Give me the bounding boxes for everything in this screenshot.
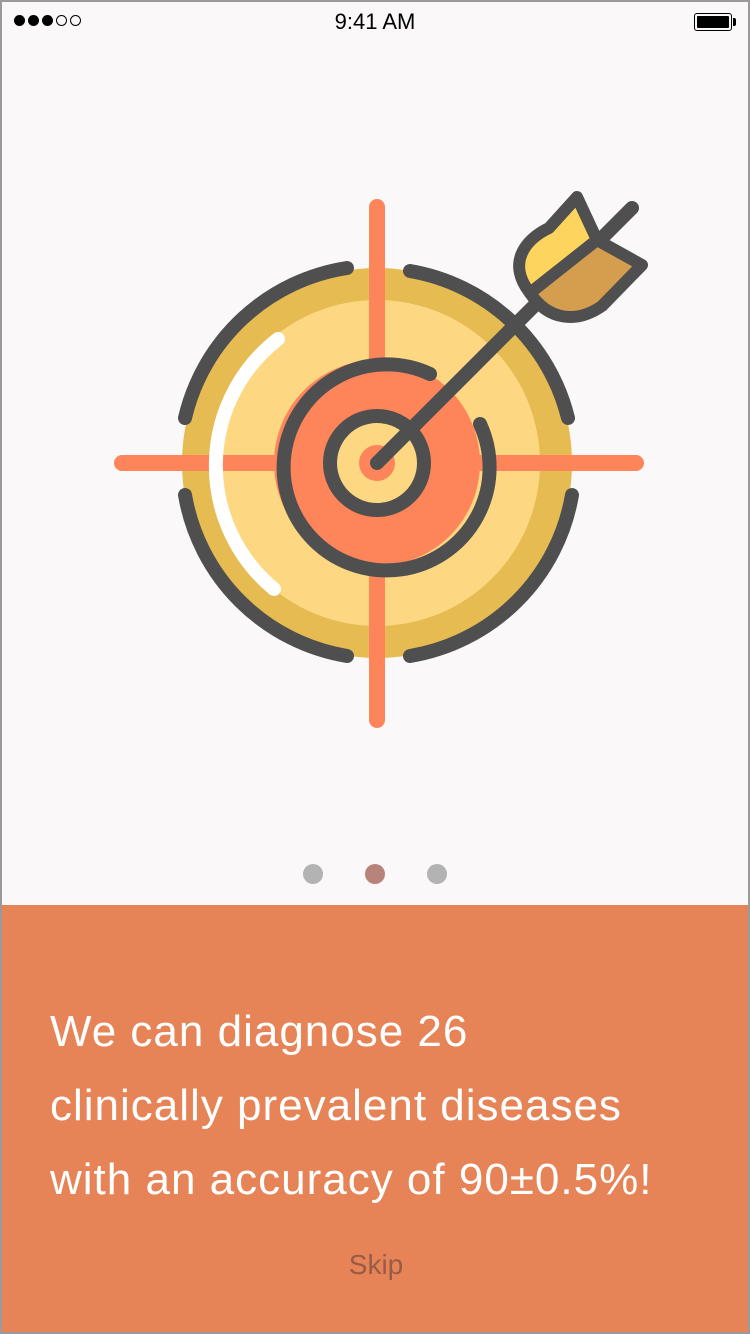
- skip-button[interactable]: Skip: [2, 1249, 748, 1281]
- onboarding-illustration: [2, 2, 748, 902]
- message-line-2: clinically prevalent diseases: [50, 1081, 622, 1130]
- target-arrow-icon: [114, 191, 648, 728]
- message-panel: We can diagnose 26 clinically prevalent …: [2, 905, 748, 1332]
- page-dot-3[interactable]: [427, 864, 447, 884]
- message-line-3: with an accuracy of 90±0.5%!: [50, 1155, 653, 1204]
- page-indicator: [2, 864, 748, 884]
- message-line-1: We can diagnose 26: [50, 1007, 469, 1056]
- page-dot-2-active[interactable]: [365, 864, 385, 884]
- page-dot-1[interactable]: [303, 864, 323, 884]
- onboarding-message: We can diagnose 26 clinically prevalent …: [50, 995, 740, 1217]
- onboarding-screen: 9:41 AM We can diagnose 26 clinically pr…: [0, 0, 750, 1334]
